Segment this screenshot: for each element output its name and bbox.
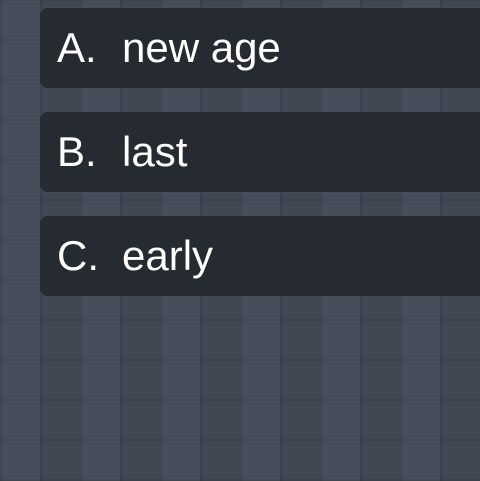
- option-a-letter: A.: [57, 24, 97, 71]
- option-c-letter: C.: [57, 232, 99, 279]
- option-b-text: last: [122, 128, 188, 175]
- answer-option-c[interactable]: C. early: [40, 216, 480, 296]
- answer-option-a[interactable]: A. new age: [40, 8, 480, 88]
- option-a-text: new age: [122, 24, 281, 71]
- answer-option-b[interactable]: B. last: [40, 112, 480, 192]
- answer-options-list: A. new age B. last C. early: [40, 8, 480, 320]
- option-b-letter: B.: [57, 128, 97, 175]
- option-c-text: early: [122, 232, 214, 279]
